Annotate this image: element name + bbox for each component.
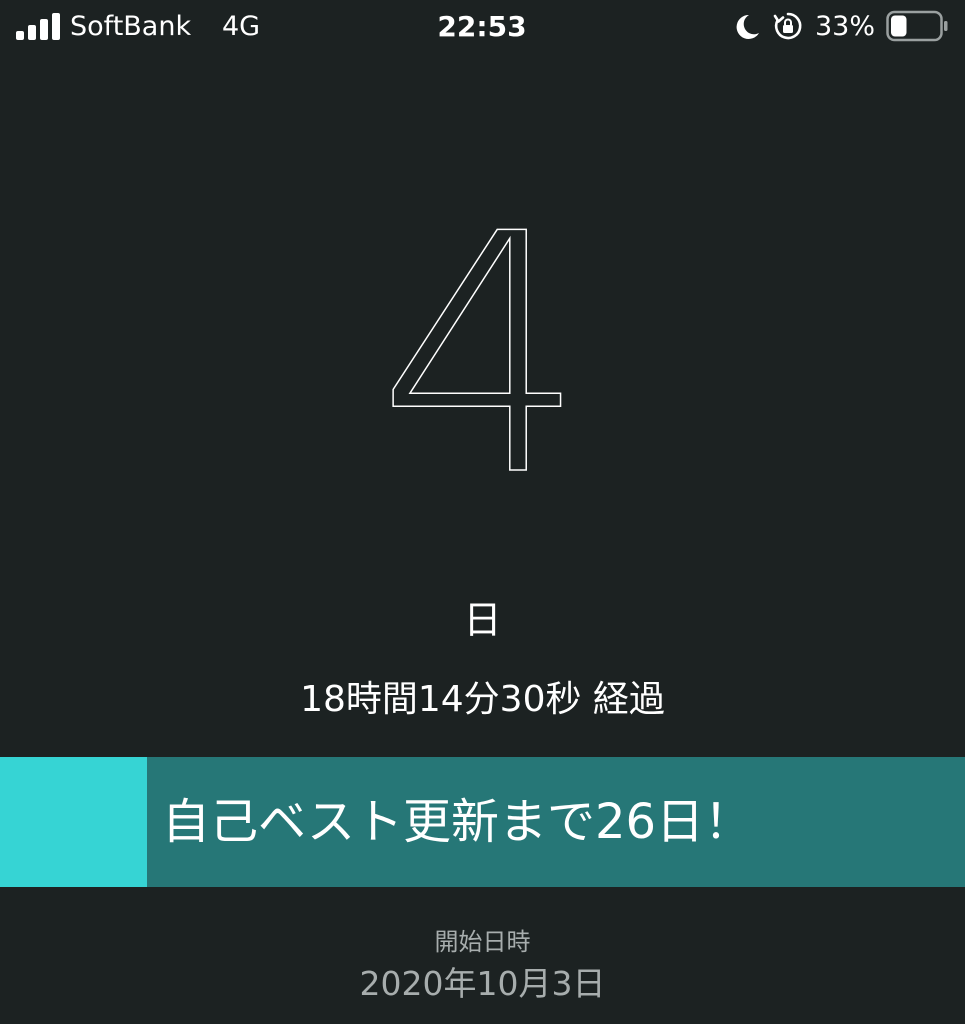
battery-icon: [886, 10, 948, 42]
status-bar: SoftBank 4G 22:53 33%: [0, 0, 965, 56]
status-time: 22:53: [437, 10, 527, 43]
signal-icon: [16, 12, 62, 40]
moon-icon: [736, 14, 759, 39]
battery-percent: 33%: [815, 11, 876, 42]
progress-banner: 自己ベスト更新まで26日！: [0, 757, 965, 887]
elapsed-time: 18時間14分30秒 経過: [300, 679, 665, 720]
progress-fill: [0, 757, 147, 887]
svg-text:4: 4: [377, 220, 587, 500]
days-count: 4: [376, 220, 587, 500]
carrier-name: SoftBank: [70, 11, 192, 42]
start-date-label: 開始日時: [434, 928, 531, 956]
start-date-value: 2020年10月3日: [359, 964, 606, 1003]
network-type: 4G: [222, 11, 261, 42]
orientation-lock-icon: [773, 12, 802, 40]
days-unit-label: 日: [463, 598, 502, 642]
app-screen: SoftBank 4G 22:53 33% 4 日 18時間14分30秒 経過 …: [0, 0, 965, 1024]
progress-message: 自己ベスト更新まで26日！: [162, 794, 753, 850]
